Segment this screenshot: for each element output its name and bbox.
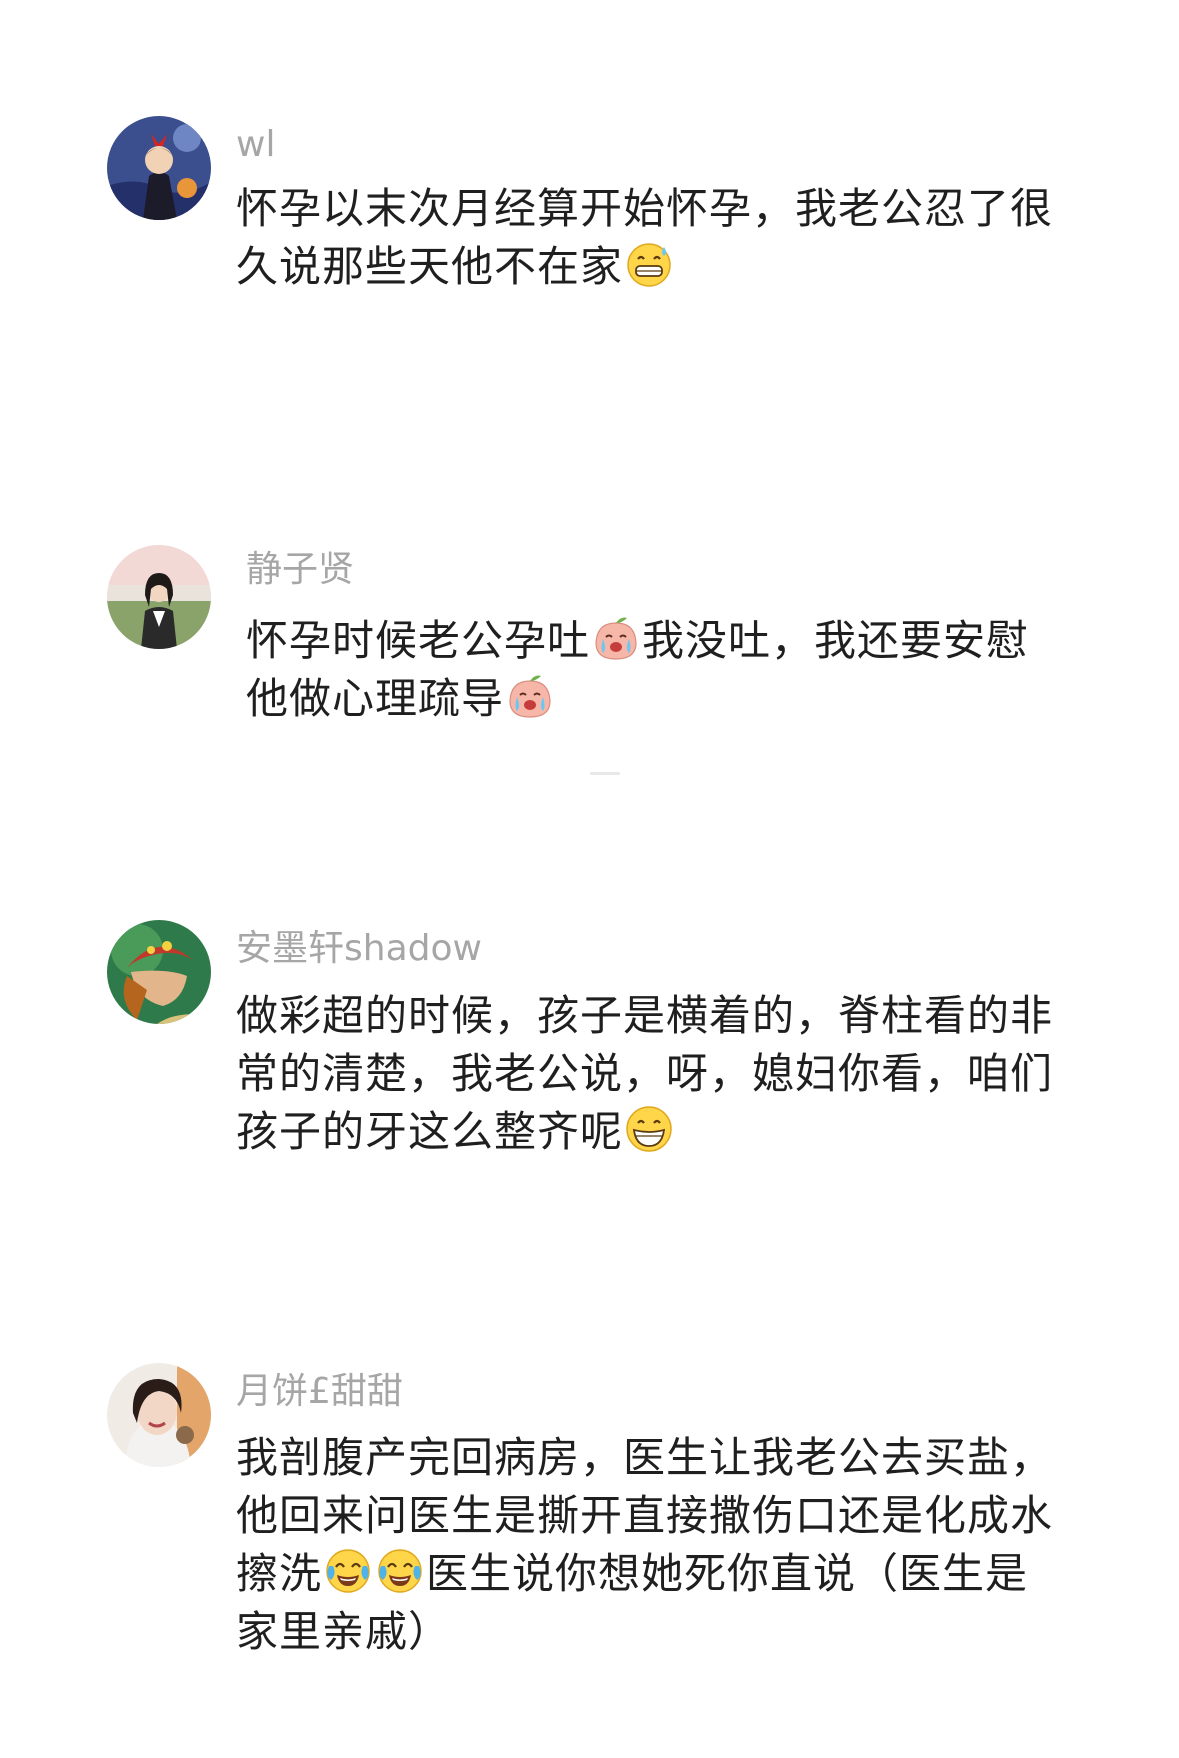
avatar-image (107, 920, 211, 1024)
avatar[interactable] (107, 1363, 211, 1467)
username[interactable]: 静子贤 (246, 550, 354, 590)
tears-of-joy-emoji-icon (323, 1546, 373, 1596)
avatar-image (107, 116, 211, 220)
crying-peach-emoji-icon (591, 613, 641, 663)
comment-text: 做彩超的时候，孩子是横着的，脊柱看的非常的清楚，我老公说，呀，媳妇你看，咱们孩子… (236, 987, 1056, 1161)
username[interactable]: 月饼£甜甜 (236, 1372, 403, 1412)
crying-peach-emoji-icon (505, 671, 555, 721)
comment-text-part: 怀孕时候老公孕吐 (246, 616, 591, 665)
avatar[interactable] (107, 545, 211, 649)
big-grin-emoji-icon (624, 1104, 674, 1154)
username[interactable]: 安墨轩shadow (236, 929, 482, 969)
tears-of-joy-emoji-icon (375, 1546, 425, 1596)
grin-sweat-emoji-icon (624, 239, 674, 289)
comment-text: 怀孕时候老公孕吐 我没吐，我还要安慰他做心理疏导 (246, 612, 1066, 728)
avatar[interactable] (107, 920, 211, 1024)
comment-text: 我剖腹产完回病房，医生让我老公去买盐，他回来问医生是撕开直接撒伤口还是化成水擦洗 (236, 1429, 1056, 1661)
divider (590, 772, 620, 775)
username[interactable]: wl (236, 125, 275, 165)
avatar-image (107, 545, 211, 649)
avatar[interactable] (107, 116, 211, 220)
avatar-image (107, 1363, 211, 1467)
comment-text: 怀孕以末次月经算开始怀孕，我老公忍了很久说那些天他不在家 (236, 180, 1056, 296)
